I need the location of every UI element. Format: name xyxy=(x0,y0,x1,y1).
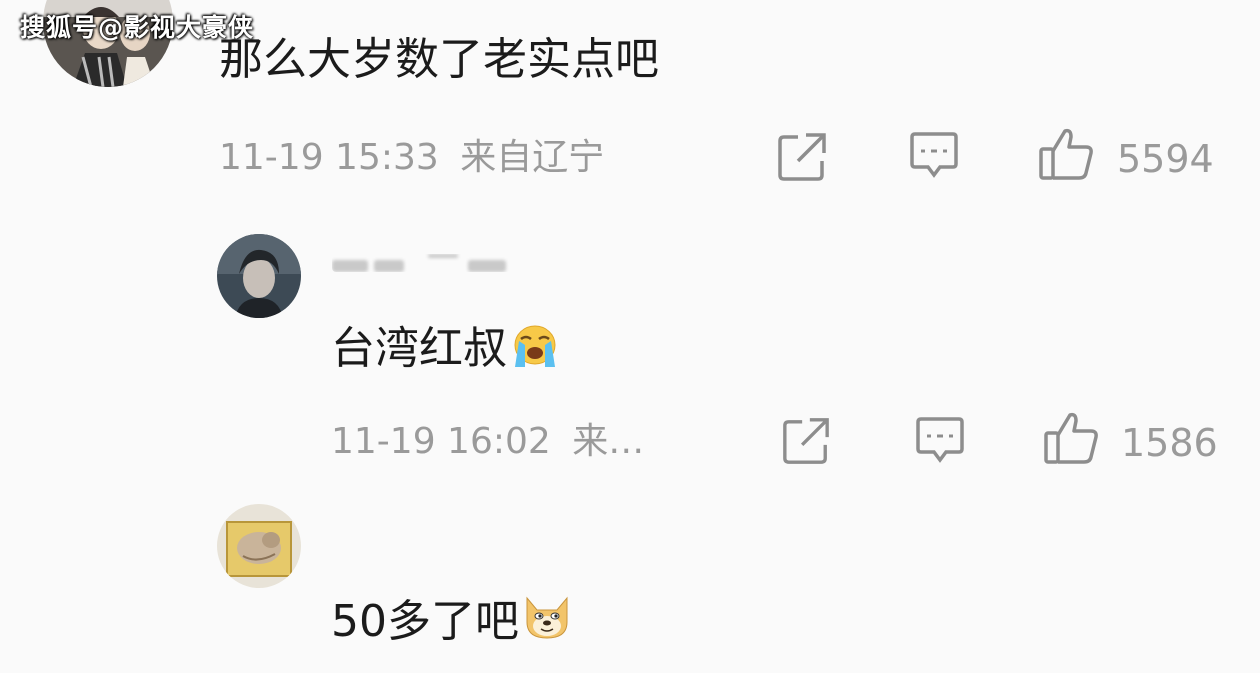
reply-icon[interactable] xyxy=(909,131,959,179)
comment-date: 11-19 15:33 xyxy=(219,137,439,178)
username-blurred xyxy=(332,254,512,272)
comment-location: 来自辽宁 xyxy=(460,137,605,178)
comment-text: 50多了吧 xyxy=(331,592,573,650)
comment-text-content: 50多了吧 xyxy=(331,596,519,647)
comment-date: 11-19 16:02 xyxy=(331,421,551,462)
reply-icon[interactable] xyxy=(915,416,965,464)
watermark: 搜狐号@影视大豪侠 xyxy=(20,13,255,42)
username-blurred xyxy=(332,502,512,520)
share-icon[interactable] xyxy=(781,416,831,466)
comment-text: 那么大岁数了老实点吧 xyxy=(219,34,659,85)
avatar[interactable] xyxy=(217,234,301,318)
like-icon[interactable] xyxy=(1043,411,1099,465)
comment-text-content: 台湾红叔 xyxy=(331,323,507,374)
like-icon[interactable] xyxy=(1038,127,1094,181)
avatar[interactable] xyxy=(217,504,301,588)
comment-meta: 11-19 16:02 来… xyxy=(331,424,644,460)
comment-meta: 11-19 15:33 来自辽宁 xyxy=(219,140,604,176)
crying-emoji xyxy=(509,323,561,377)
comment-location: 来… xyxy=(572,421,645,462)
like-count: 1586 xyxy=(1121,421,1218,465)
doge-emoji xyxy=(521,592,573,650)
like-count: 5594 xyxy=(1117,137,1214,181)
comment-text: 台湾红叔 xyxy=(331,323,561,377)
share-icon[interactable] xyxy=(776,131,828,183)
